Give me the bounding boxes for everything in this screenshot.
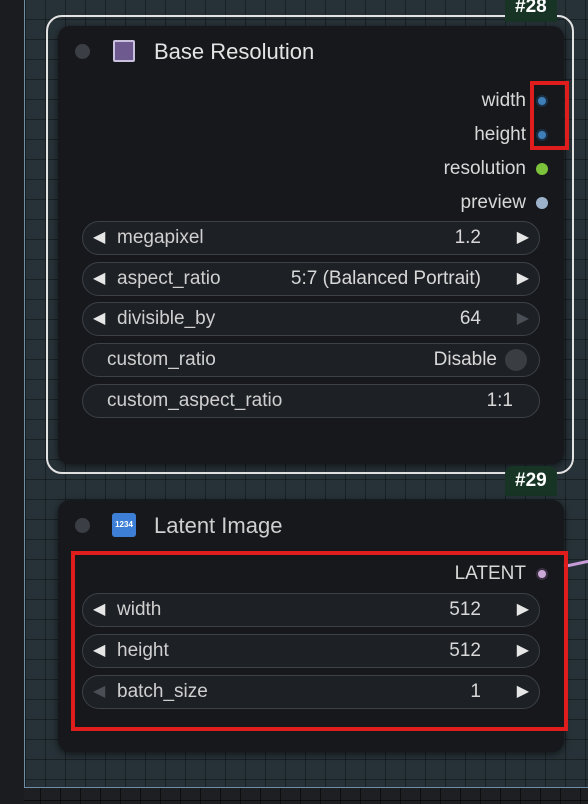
widget-label: aspect_ratio bbox=[117, 268, 221, 289]
canvas-background-left bbox=[0, 0, 24, 804]
collapse-toggle-icon[interactable] bbox=[75, 44, 90, 59]
output-label: preview bbox=[460, 192, 526, 213]
output-label: resolution bbox=[443, 158, 526, 179]
widget-value: 64 bbox=[459, 308, 481, 329]
highlight-box-output-slots bbox=[530, 81, 569, 150]
output-label: width bbox=[481, 90, 526, 111]
aspect-ratio-combo-widget[interactable]: ◀ aspect_ratio 5:7 (Balanced Portrait) ▶ bbox=[82, 262, 540, 296]
widget-label: custom_ratio bbox=[107, 349, 216, 370]
previous-arrow-icon[interactable]: ◀ bbox=[93, 303, 105, 335]
node-id-badge: #29 bbox=[505, 466, 557, 496]
divisible-by-combo-widget[interactable]: ◀ divisible_by 64 ▶ bbox=[82, 302, 540, 336]
custom-aspect-ratio-text-widget[interactable]: custom_aspect_ratio 1:1 bbox=[82, 384, 540, 418]
megapixel-number-widget[interactable]: ◀ megapixel 1.2 ▶ bbox=[82, 221, 540, 255]
widget-value: 1.2 bbox=[454, 227, 481, 248]
collapse-toggle-icon[interactable] bbox=[75, 518, 90, 533]
output-preview[interactable]: preview bbox=[461, 191, 548, 215]
node-color-square-icon bbox=[113, 40, 135, 62]
output-slot-dot-icon[interactable] bbox=[536, 163, 548, 175]
highlight-box-latent-widgets bbox=[71, 551, 568, 731]
output-resolution[interactable]: resolution bbox=[444, 157, 548, 181]
toggle-state-text: Disable bbox=[433, 349, 497, 370]
node-header[interactable]: 1234 Latent Image bbox=[58, 500, 564, 550]
node-title: Latent Image bbox=[154, 513, 283, 538]
widget-label: divisible_by bbox=[117, 308, 216, 329]
next-arrow-disabled-icon: ▶ bbox=[516, 310, 529, 327]
number-keypad-icon: 1234 bbox=[112, 513, 136, 537]
node-header[interactable]: Base Resolution bbox=[58, 26, 564, 76]
custom-ratio-toggle-widget[interactable]: custom_ratio Disable bbox=[82, 343, 540, 377]
previous-arrow-icon[interactable]: ◀ bbox=[93, 263, 105, 295]
node-title: Base Resolution bbox=[154, 39, 315, 64]
decrement-arrow-icon[interactable]: ◀ bbox=[93, 222, 105, 254]
node-id-badge: #28 bbox=[505, 0, 557, 22]
widget-label: megapixel bbox=[117, 227, 204, 248]
widget-label: custom_aspect_ratio bbox=[107, 390, 283, 411]
output-label: height bbox=[474, 124, 526, 145]
widget-value: 1:1 bbox=[486, 390, 513, 411]
output-slot-dot-icon[interactable] bbox=[536, 197, 548, 209]
next-arrow-icon[interactable]: ▶ bbox=[517, 263, 529, 295]
base-resolution-node[interactable]: Base Resolution width height resolution … bbox=[58, 26, 564, 464]
increment-arrow-icon[interactable]: ▶ bbox=[517, 222, 529, 254]
widget-value: 5:7 (Balanced Portrait) bbox=[290, 268, 481, 289]
toggle-knob-icon[interactable] bbox=[505, 349, 527, 371]
